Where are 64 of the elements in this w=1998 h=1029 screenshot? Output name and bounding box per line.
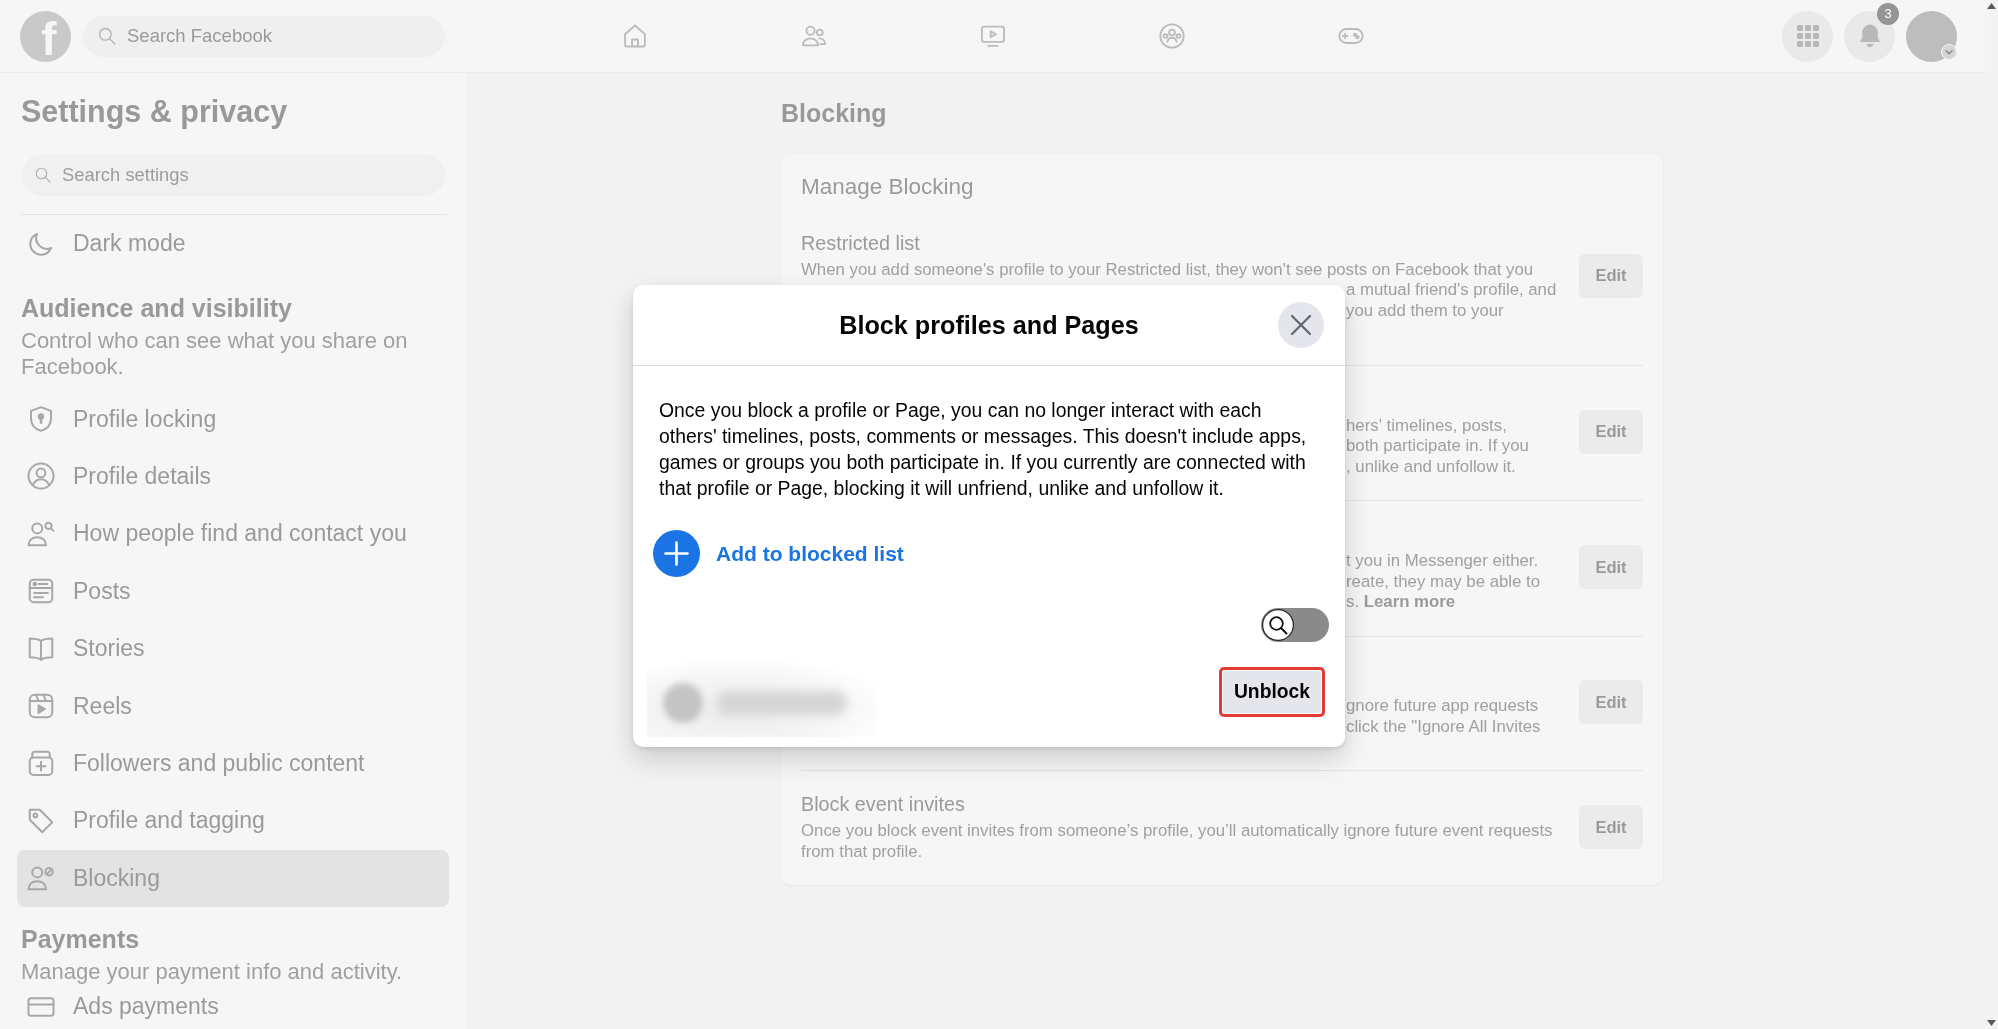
search-icon	[34, 166, 52, 184]
sidebar-item[interactable]: Posts	[17, 562, 449, 620]
close-button[interactable]	[1278, 302, 1324, 348]
edit-button[interactable]: Edit	[1579, 409, 1643, 454]
sidebar-item[interactable]: Stories	[17, 619, 449, 678]
groups-tab[interactable]	[1157, 22, 1186, 50]
learn-more-link[interactable]: Learn more	[1363, 592, 1456, 611]
sidebar-item[interactable]: How people find and contact you	[17, 505, 449, 563]
close-icon	[1290, 314, 1312, 336]
section-description: Manage your payment info and activity.	[21, 958, 404, 985]
notification-badge: 3	[1877, 2, 1899, 25]
row-title: Restricted list	[801, 230, 921, 256]
search-icon	[97, 26, 117, 46]
grid-icon	[1796, 25, 1819, 47]
plus-icon	[653, 530, 700, 577]
unblock-button[interactable]: Unblock	[1222, 671, 1321, 713]
description-fragment: t you in Messenger either.	[1346, 551, 1539, 572]
plus-box-icon	[26, 748, 56, 779]
edit-button[interactable]: Edit	[1579, 805, 1643, 849]
description-fragment: click the "Ignore All Invites	[1346, 716, 1541, 738]
add-to-blocked-list-link[interactable]: Add to blocked list	[653, 530, 904, 577]
edit-button[interactable]: Edit	[1579, 545, 1643, 590]
description-fragment: reate, they may be able to	[1346, 571, 1541, 592]
sidebar-item[interactable]: Followers and public content	[17, 734, 449, 793]
sidebar-title: Settings & privacy	[21, 94, 289, 128]
row-description: Once you block event invites from someone’s profile, you’ll automatically ignore future event requests from that profile.	[801, 821, 1554, 862]
description-fragment: you add them to your	[1346, 300, 1504, 321]
dialog-title: Block profiles and Pages	[839, 310, 1139, 340]
edit-button[interactable]: Edit	[1579, 680, 1643, 725]
section-heading: Audience and visibility	[21, 294, 293, 323]
row-title: Block event invites	[801, 792, 966, 817]
sidebar-item[interactable]: Reels	[17, 677, 449, 735]
row-description: When you add someone's profile to your Restricted list, they won't see posts on Facebook that you	[801, 259, 1535, 280]
page-heading: Blocking	[781, 98, 888, 128]
person-circle-icon	[26, 461, 56, 492]
description-fragment: a mutual friend's profile, and	[1346, 280, 1557, 301]
search-toggle[interactable]	[1261, 608, 1329, 642]
edit-button[interactable]: Edit	[1579, 253, 1643, 298]
search-field[interactable]: Search settings	[22, 154, 445, 196]
section-description: Control who can see what you share on Facebook.	[21, 328, 409, 381]
sidebar-item[interactable]: Ads payments	[17, 984, 449, 1029]
bell-icon	[1858, 24, 1881, 48]
description-fragment: , unlike and unfollow it.	[1346, 456, 1516, 477]
sidebar-item[interactable]: Profile and tagging	[17, 792, 449, 850]
people-circle-icon	[1157, 22, 1186, 50]
search-field[interactable]: Search Facebook	[83, 15, 445, 57]
sidebar-item[interactable]: Profile details	[17, 447, 449, 506]
sidebar-item[interactable]: Blocking	[17, 849, 449, 907]
dialog-text: Once you block a profile or Page, you can no longer interact with each others' timelines, posts, comments or messages. This doesn't include apps, games or groups you both participate in. If you currently are connected with that profile or Page, blocking it will unfriend, unlike and unfollow it.	[659, 398, 1308, 501]
sidebar-item[interactable]: Profile locking	[17, 390, 449, 448]
description-fragment: gnore future app requests	[1346, 696, 1539, 717]
description-fragment: both participate in. If you	[1346, 436, 1529, 457]
avatar[interactable]	[1906, 10, 1957, 62]
search-icon	[1262, 609, 1294, 641]
description-fragment: hers' timelines, posts,	[1346, 415, 1507, 436]
scroll-up-icon[interactable]	[1987, 3, 1996, 9]
sidebar-item[interactable]: Dark mode	[17, 215, 449, 273]
scroll-down-icon[interactable]	[1987, 1020, 1996, 1026]
description-fragment: s. Learn more	[1346, 592, 1456, 613]
notifications-button[interactable]	[1844, 10, 1895, 62]
card-title: Manage Blocking	[801, 174, 975, 200]
chevron-down-icon	[1941, 43, 1957, 60]
section-heading: Payments	[21, 924, 141, 953]
menu-button[interactable]	[1782, 10, 1833, 62]
